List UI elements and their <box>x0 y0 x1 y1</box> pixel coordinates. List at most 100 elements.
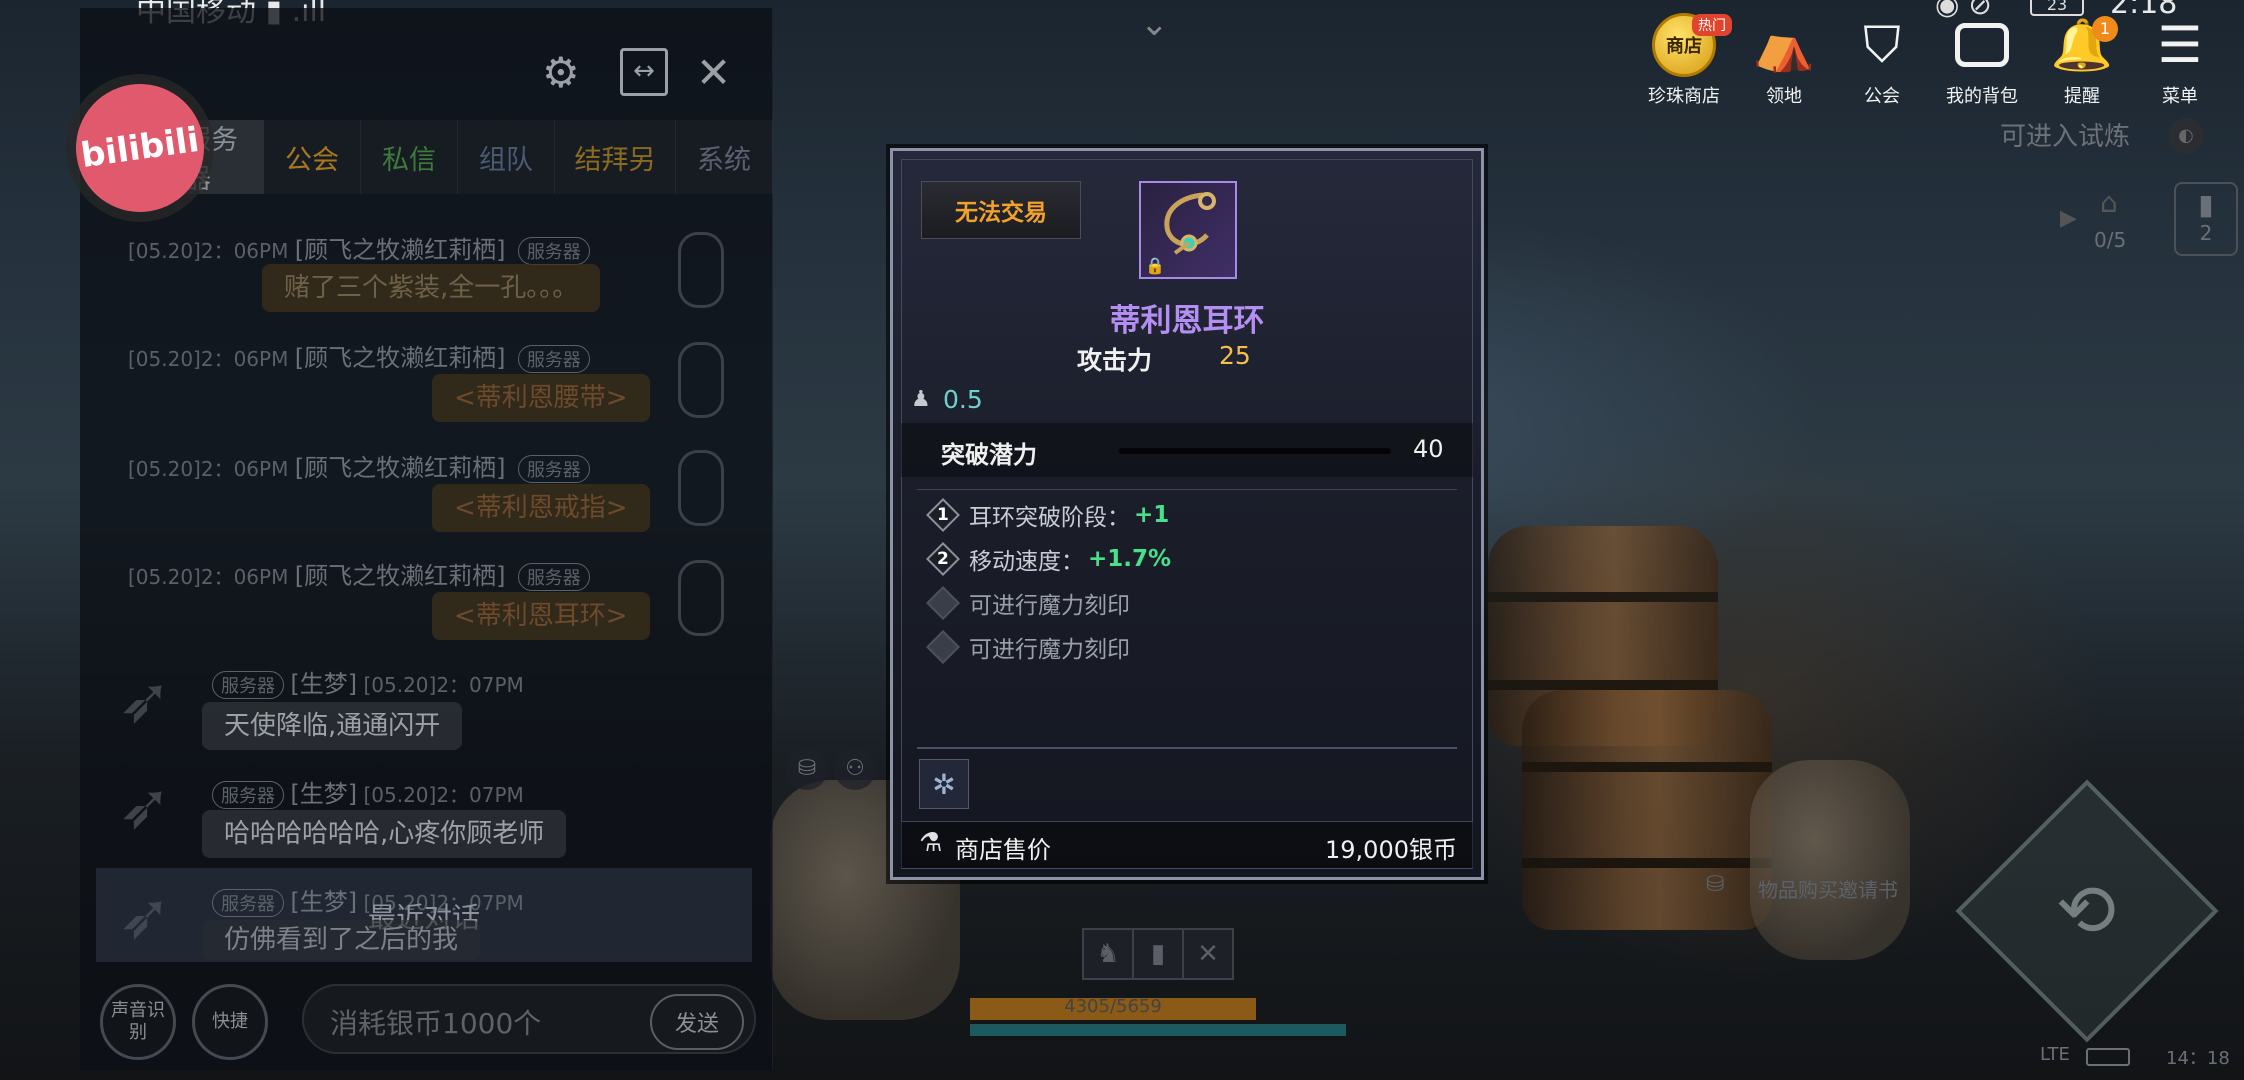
network-label: LTE <box>2040 1044 2070 1065</box>
skill-slot-close-icon[interactable]: ✕ <box>1182 928 1234 980</box>
chat-bubble: 赌了三个紫装,全一孔。。。 <box>262 264 601 312</box>
weight-value: 0.5 <box>943 385 983 414</box>
chat-bubble: 哈哈哈哈哈哈,心疼你顾老师 <box>202 810 567 858</box>
bow-class-icon: ➶ <box>118 664 172 738</box>
pearl-shop-button[interactable]: 商店 热门 珍珠商店 <box>1636 13 1732 108</box>
battery-icon <box>2086 1048 2130 1066</box>
swap-cycle-icon: ⟲ <box>2055 868 2117 952</box>
stat-number-diamond-icon: 2 <box>926 542 960 576</box>
sell-price-label: 商店售价 <box>955 836 1051 864</box>
stat-row: 2 移动速度： +1.7% <box>926 542 1171 576</box>
trial-toggle-icon[interactable]: ◐ <box>2168 118 2204 154</box>
item-name: 蒂利恩耳环 <box>1109 303 1265 339</box>
item-tooltip-panel: 无法交易 🔒 蒂利恩耳环 攻击力 25 ♟ 0.5 突破潜力 40 1 耳环突破… <box>890 148 1484 880</box>
player-emblem <box>678 560 724 636</box>
divider <box>917 747 1457 749</box>
territory-tent-icon: ⛺ <box>1752 15 1816 74</box>
attack-value: 25 <box>1219 341 1251 370</box>
quest-box-count: 2 <box>2199 221 2213 245</box>
player-emblem <box>678 232 724 308</box>
earring-item-icon: 🔒 <box>1139 181 1237 279</box>
stat-row: 可进行魔力刻印 <box>926 586 1130 620</box>
potential-progress-bar <box>1119 448 1391 454</box>
message-header: [05.20]2：06PM [顾飞之牧濑红莉栖] 服务器 <box>128 448 590 483</box>
purchase-invite-text[interactable]: 物品购买邀请书 <box>1758 874 1898 903</box>
item-link-bubble[interactable]: <蒂利恩腰带> <box>432 374 650 422</box>
sell-price-value: 19,000银币 <box>1325 836 1457 864</box>
mp-bar <box>970 1024 1346 1036</box>
play-arrow-icon: ▶ <box>2060 206 2077 231</box>
coin-stack-icon: ⛁ <box>1706 872 1725 897</box>
bow-class-icon: ➶ <box>118 770 172 844</box>
stat-number-diamond-icon: 1 <box>926 498 960 532</box>
tab-system[interactable]: 系统 <box>676 120 773 194</box>
message-header: 服务器 [生梦] [05.20]2：07PM <box>206 664 524 699</box>
close-icon[interactable]: ✕ <box>696 48 731 97</box>
barrel-prop <box>1522 690 1772 930</box>
weight-icon: ♟ <box>911 387 931 412</box>
item-link-bubble[interactable]: <蒂利恩耳环> <box>432 592 650 640</box>
main-menu-label: 菜单 <box>2162 86 2198 107</box>
coin-icon[interactable]: ⛁ <box>786 748 828 790</box>
scroll-icon: ▮ <box>2198 188 2214 221</box>
chat-bubble: 仿佛看到了之后的我 <box>202 920 481 960</box>
gear-icon[interactable]: ⚙ <box>542 48 580 97</box>
recent-conversation-bar[interactable]: 服务器 [生梦] [05.20]2：07PM 最近对话 仿佛看到了之后的我 <box>96 868 752 962</box>
message-header: [05.20]2：06PM [顾飞之牧濑红莉栖] 服务器 <box>128 230 590 265</box>
hp-text: 4305/5659 <box>1064 996 1162 1017</box>
alert-label: 提醒 <box>2064 86 2100 107</box>
stat-row: 可进行魔力刻印 <box>926 630 1130 664</box>
chat-input-placeholder: 消耗银币1000个 <box>330 1007 542 1040</box>
hot-badge: 热门 <box>1692 14 1732 36</box>
breakthrough-potential-row: 突破潜力 40 <box>901 423 1473 477</box>
empty-diamond-icon <box>926 586 960 620</box>
tab-guild[interactable]: 公会 <box>264 120 361 194</box>
chat-input-row: 声音识别 快捷 消耗银币1000个 发送 <box>96 980 756 1060</box>
attack-label: 攻击力 <box>1077 346 1153 375</box>
player-emblem <box>678 342 724 418</box>
skill-slot[interactable]: ♞ <box>1082 928 1134 980</box>
alert-count-badge: 1 <box>2092 16 2118 42</box>
party-icon[interactable]: ⚇ <box>834 748 876 790</box>
guild-button[interactable]: ⛉ 公会 <box>1834 14 1930 108</box>
potential-value: 40 <box>1413 435 1444 463</box>
stat-label: 耳环突破阶段： <box>969 505 1130 531</box>
chat-tabs: 公会 私信 组队 结拜另 系统 <box>264 120 773 194</box>
tab-party[interactable]: 组队 <box>458 120 555 194</box>
player-emblem <box>678 450 724 526</box>
house-icon: ⌂ <box>2100 186 2118 219</box>
chat-input[interactable]: 消耗银币1000个 发送 <box>302 984 756 1054</box>
bag-button[interactable]: 我的背包 <box>1934 14 2030 108</box>
expand-icon[interactable]: ↔ <box>620 48 668 96</box>
untradeable-badge: 无法交易 <box>921 181 1081 239</box>
tab-private[interactable]: 私信 <box>361 120 458 194</box>
quick-chat-button[interactable]: 快捷 <box>192 984 268 1060</box>
bag-icon <box>1934 14 2030 76</box>
stat-row: 1 耳环突破阶段： +1 <box>926 498 1169 532</box>
potion-bottle-icon: ⚗ <box>919 828 943 858</box>
guild-shield-icon: ⛉ <box>1863 15 1901 74</box>
quest-box[interactable]: ▮ 2 <box>2174 182 2238 256</box>
rune-snowflake-icon[interactable]: ✲ <box>919 759 969 809</box>
trial-available-text[interactable]: 可进入试炼 <box>2000 116 2130 153</box>
territory-button[interactable]: ⛺ 领地 <box>1736 14 1832 108</box>
game-clock: 14：18 <box>2166 1048 2230 1069</box>
message-header: [05.20]2：06PM [顾飞之牧濑红莉栖] 服务器 <box>128 338 590 373</box>
chevron-down-icon[interactable]: ⌄ <box>1140 4 1169 44</box>
send-button[interactable]: 发送 <box>650 994 744 1050</box>
alert-button[interactable]: 🔔 1 提醒 <box>2034 14 2130 108</box>
chat-bubble: 天使降临,通通闪开 <box>202 702 463 750</box>
pearl-shop-label: 珍珠商店 <box>1648 86 1720 107</box>
sack-prop <box>1750 760 1910 960</box>
shop-sell-price-row: ⚗ 商店售价 19,000银币 <box>901 821 1473 868</box>
item-link-bubble[interactable]: <蒂利恩戒指> <box>432 484 650 532</box>
hamburger-menu-icon: ☰ <box>2157 16 2203 74</box>
voice-recognition-button[interactable]: 声音识别 <box>100 984 176 1060</box>
territory-label: 领地 <box>1766 86 1802 107</box>
quest-count: 0/5 <box>2094 228 2127 252</box>
main-menu-button[interactable]: ☰ 菜单 <box>2132 14 2228 108</box>
skill-slot[interactable]: ▮ <box>1132 928 1184 980</box>
tab-sworn[interactable]: 结拜另 <box>555 120 676 194</box>
divider <box>917 489 1457 490</box>
stat-label: 移动速度： <box>969 549 1084 575</box>
